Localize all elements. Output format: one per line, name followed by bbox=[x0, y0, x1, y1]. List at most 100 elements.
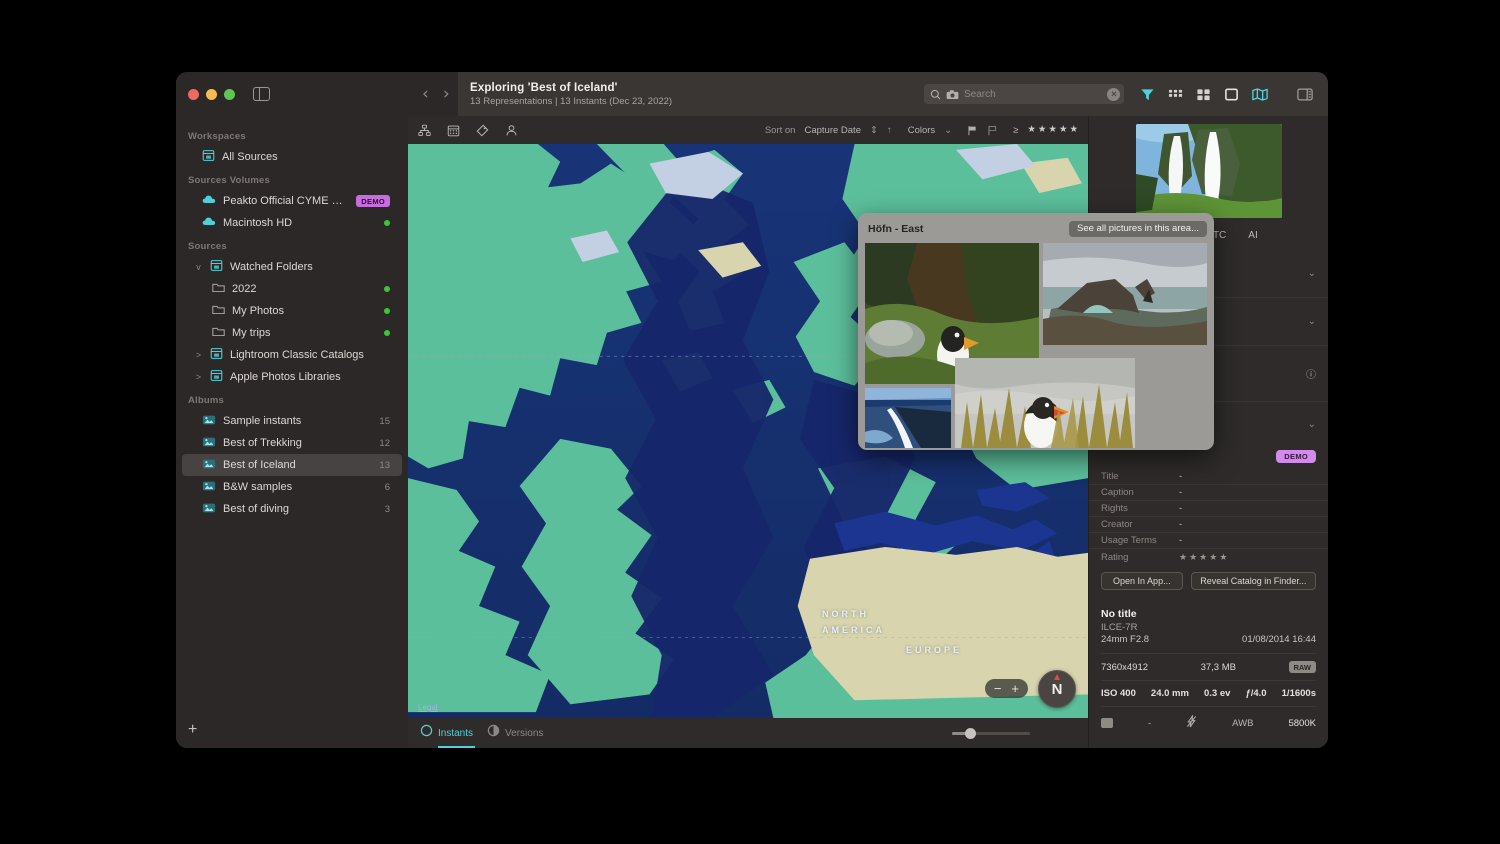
add-source-button[interactable]: + bbox=[188, 722, 197, 738]
thumbnail-size-slider[interactable] bbox=[952, 727, 1030, 739]
sidebar-item-watched-folders[interactable]: v Watched Folders bbox=[182, 256, 402, 278]
close-button[interactable] bbox=[188, 88, 199, 100]
metadata-value[interactable]: - bbox=[1179, 487, 1316, 498]
minimize-button[interactable] bbox=[206, 88, 217, 100]
map-view-icon[interactable] bbox=[1252, 87, 1268, 102]
metadata-row-usage-terms: Usage Terms - bbox=[1089, 533, 1328, 549]
sidebar-item-lightroom-catalogs[interactable]: > Lightroom Classic Catalogs bbox=[182, 344, 402, 366]
hierarchy-icon[interactable] bbox=[418, 124, 431, 137]
sidebar-item-label: All Sources bbox=[222, 151, 278, 163]
chevron-down-icon[interactable]: v bbox=[194, 262, 203, 272]
chevron-down-icon[interactable]: ⌄ bbox=[1308, 419, 1316, 430]
traffic-lights[interactable] bbox=[188, 88, 235, 100]
sidebar-item-sample-instants[interactable]: Sample instants 15 bbox=[182, 410, 402, 432]
sidebar-item-label: 2022 bbox=[232, 283, 257, 295]
exif-title: No title bbox=[1101, 608, 1137, 620]
metadata-value[interactable]: - bbox=[1179, 503, 1316, 514]
popover-header: Höfn - East See all pictures in this are… bbox=[865, 220, 1207, 237]
status-dot bbox=[384, 308, 390, 314]
sidebar-item-bw-samples[interactable]: B&W samples 6 bbox=[182, 476, 402, 498]
chevron-down-icon[interactable]: ⌄ bbox=[944, 125, 952, 136]
popover-photo-black-sand-beach[interactable] bbox=[865, 388, 951, 448]
demo-badge: DEMO bbox=[1276, 450, 1316, 463]
metadata-value[interactable]: - bbox=[1179, 471, 1316, 482]
sidebar-item-best-of-trekking[interactable]: Best of Trekking 12 bbox=[182, 432, 402, 454]
metadata-value[interactable]: - bbox=[1179, 535, 1316, 546]
zoom-button[interactable] bbox=[224, 88, 235, 100]
sidebar-item-my-photos[interactable]: My Photos bbox=[182, 300, 402, 322]
sidebar-item-label: My trips bbox=[232, 327, 271, 339]
nav-back-button[interactable]: ‹ bbox=[422, 85, 429, 103]
map-compass[interactable]: N bbox=[1038, 670, 1076, 708]
rating-stars-filter[interactable]: ★ ★ ★ ★ ★ bbox=[1027, 125, 1078, 135]
catalog-icon bbox=[210, 259, 223, 275]
chevron-down-icon[interactable]: ⌄ bbox=[1308, 316, 1316, 327]
map-zoom-in-button[interactable]: + bbox=[1011, 682, 1019, 695]
map-zoom-out-button[interactable]: − bbox=[994, 682, 1002, 695]
slider-knob[interactable] bbox=[965, 727, 976, 739]
album-count: 13 bbox=[379, 459, 390, 471]
exif-aperture: ƒ/4.0 bbox=[1245, 688, 1267, 699]
person-icon[interactable] bbox=[505, 124, 518, 137]
sort-value-dropdown[interactable]: Capture Date bbox=[804, 125, 861, 136]
exif-datetime: 01/08/2014 16:44 bbox=[1242, 634, 1316, 645]
sidebar-toggle-icon[interactable] bbox=[253, 87, 270, 101]
titlebar-main: Exploring 'Best of Iceland' 13 Represent… bbox=[458, 72, 1282, 116]
sidebar-item-label: Lightroom Classic Catalogs bbox=[230, 349, 364, 361]
open-in-app-button[interactable]: Open In App... bbox=[1101, 572, 1183, 590]
exif-format-badge: RAW bbox=[1288, 661, 1317, 673]
sidebar-item-best-of-diving[interactable]: Best of diving 3 bbox=[182, 498, 402, 520]
popover-photo-arch-rock[interactable] bbox=[1043, 243, 1207, 345]
tab-versions[interactable]: Versions bbox=[487, 724, 543, 742]
calendar-icon[interactable] bbox=[447, 124, 460, 137]
sidebar-item-peakto-catalog[interactable]: Peakto Official CYME Cat... DEMO bbox=[182, 190, 402, 212]
screen-root: ‹ › Exploring 'Best of Iceland' 13 Repre… bbox=[0, 0, 1500, 844]
sort-stepper-icon[interactable]: ⇕ bbox=[870, 125, 878, 136]
chevron-down-icon[interactable]: ⌄ bbox=[1308, 268, 1316, 279]
see-all-pictures-button[interactable]: See all pictures in this area... bbox=[1069, 220, 1207, 237]
sidebar-item-2022[interactable]: 2022 bbox=[182, 278, 402, 300]
page-subtitle: 13 Representations | 13 Instants (Dec 23… bbox=[470, 95, 673, 107]
sidebar-item-macintosh-hd[interactable]: Macintosh HD bbox=[182, 212, 402, 234]
map-legal-link[interactable]: Legal bbox=[418, 703, 438, 712]
preview-thumbnail[interactable] bbox=[1135, 124, 1282, 218]
sort-direction-icon[interactable]: ↑ bbox=[887, 125, 892, 136]
tab-instants[interactable]: Instants bbox=[420, 724, 476, 748]
sidebar-item-my-trips[interactable]: My trips bbox=[182, 322, 402, 344]
rating-stars[interactable]: ★ ★ ★ ★ ★ bbox=[1179, 552, 1227, 563]
single-view-icon[interactable] bbox=[1224, 87, 1239, 102]
metadata-row-rating: Rating ★ ★ ★ ★ ★ bbox=[1089, 549, 1328, 565]
grid-small-icon[interactable] bbox=[1168, 87, 1183, 102]
chevron-right-icon[interactable]: > bbox=[194, 372, 203, 382]
colors-dropdown[interactable]: Colors bbox=[908, 125, 935, 136]
sidebar-item-apple-photos-libraries[interactable]: > Apple Photos Libraries bbox=[182, 366, 402, 388]
popover-photo-puffin-in-grass[interactable] bbox=[955, 358, 1135, 448]
tab-ai[interactable]: AI bbox=[1248, 230, 1257, 241]
flag-filled-icon[interactable] bbox=[967, 125, 978, 136]
right-panel-toggle-icon[interactable] bbox=[1297, 88, 1313, 101]
exif-lens: 24mm F2.8 bbox=[1101, 634, 1150, 645]
popover-photo-grid bbox=[865, 243, 1207, 448]
search-input[interactable]: Search bbox=[924, 84, 1124, 104]
catalog-icon bbox=[202, 149, 215, 165]
reveal-catalog-in-finder-button[interactable]: Reveal Catalog in Finder... bbox=[1190, 572, 1316, 590]
rating-operator[interactable]: ≥ bbox=[1013, 125, 1018, 136]
metadata-value[interactable]: - bbox=[1179, 519, 1316, 530]
sidebar-item-label: B&W samples bbox=[223, 481, 293, 493]
chevron-right-icon[interactable]: > bbox=[194, 350, 203, 360]
search-clear-button[interactable] bbox=[1107, 87, 1120, 101]
tag-icon[interactable] bbox=[476, 124, 489, 137]
info-icon[interactable]: ⓘ bbox=[1306, 366, 1316, 381]
inspector-buttons: Open In App... Reveal Catalog in Finder.… bbox=[1089, 565, 1328, 590]
flag-outline-icon[interactable] bbox=[987, 125, 998, 136]
metadata-key: Title bbox=[1101, 471, 1119, 482]
sidebar-item-all-sources[interactable]: All Sources bbox=[182, 146, 402, 168]
nav-forward-button[interactable]: › bbox=[443, 85, 450, 103]
sidebar-item-best-of-iceland[interactable]: Best of Iceland 13 bbox=[182, 454, 402, 476]
view-mode-icons bbox=[1140, 87, 1268, 102]
exif-color-temperature: 5800K bbox=[1288, 717, 1316, 729]
album-icon bbox=[202, 414, 216, 429]
filter-funnel-icon[interactable] bbox=[1140, 87, 1155, 102]
sidebar-section-label-albums: Albums bbox=[188, 395, 225, 406]
grid-large-icon[interactable] bbox=[1196, 87, 1211, 102]
